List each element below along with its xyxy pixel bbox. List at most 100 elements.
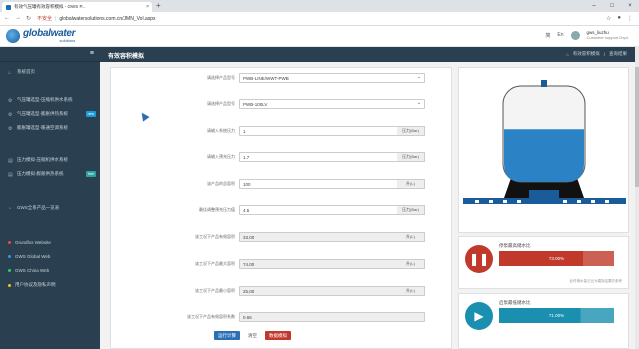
clear-button[interactable]: 清空 <box>244 331 261 340</box>
unit-addon: 压力(Bar) <box>397 152 425 162</box>
security-warning[interactable]: 不安全 <box>37 15 52 22</box>
breadcrumb: ⌂ 有效容积模拟 / 查询结果 <box>566 51 627 57</box>
more-icon[interactable]: ⋮ <box>627 15 633 22</box>
sidebar-link[interactable]: GWS Global Web <box>8 254 50 259</box>
form-label: 该工况下产品最大容积 <box>195 261 235 266</box>
breadcrumb-current: 查询结果 <box>609 51 627 56</box>
star-icon[interactable]: ☆ <box>606 15 611 22</box>
sidebar-item[interactable]: ◔ GWS全系产品一览表 <box>8 205 96 212</box>
address-icons: ☆ ● ⋮ <box>606 15 633 22</box>
form-label: 请输入系统压力 <box>207 128 235 133</box>
form-row: 请选择产品型号 PWB-LINE/WWT-PWB <box>111 73 453 83</box>
breadcrumb-separator: / <box>603 51 605 57</box>
breadcrumb-item[interactable]: 有效容积模拟 <box>573 51 600 57</box>
form-label: 该工况下产品有效容积 <box>195 234 235 239</box>
tab-title: 有效气压罐有效容积模拟 - GWS P... <box>14 4 86 9</box>
maximize-button[interactable]: □ <box>603 0 621 12</box>
sidebar-badge: new <box>85 111 96 117</box>
sidebar-item[interactable]: ▤ 压力模拟-膨胀供热系统 free <box>8 171 96 178</box>
product-select[interactable]: PWB-100LV <box>239 99 425 109</box>
browser-tab-bar: 有效气压罐有效容积模拟 - GWS P... × + – □ × <box>0 0 639 12</box>
form-label: 最佳调整预充压力值 <box>199 207 235 212</box>
sidebar-link-label: GWS China Web <box>15 268 50 273</box>
close-tab-icon[interactable]: × <box>146 4 149 10</box>
close-window-button[interactable]: × <box>621 0 639 12</box>
sidebar-item[interactable]: ⌂ 系统首页 <box>8 69 96 76</box>
form-label: 请选择产品型号 <box>207 101 235 106</box>
reload-icon[interactable]: ↻ <box>26 15 31 22</box>
form-row: 该工况下产品最小容积 25.00 升(L) <box>111 286 453 296</box>
unit-addon: 升(L) <box>397 286 425 296</box>
form-row: 该工况下产品有效容积 33.00 升(L) <box>111 232 453 242</box>
tank-panel <box>458 67 629 233</box>
logo[interactable]: globalwater solutions <box>6 28 76 43</box>
user-role: Customer support Dept. <box>586 35 629 40</box>
sidebar-item[interactable]: ⚙ 气压罐选型-膨胀供热系统 new <box>8 111 96 118</box>
min-storage-title: 启泵最低储水比 <box>499 300 531 305</box>
link-dot-icon <box>8 269 11 272</box>
sidebar: ≡ ⌂ 系统首页 ⚙ 气压罐选型-压缩机供水系统 ⚙ 气压罐选型-膨胀供热系统 new ⚙ 膨胀… <box>0 47 100 349</box>
form-row: 最佳调整预充压力值 4.5 压力(Bar) <box>111 205 453 215</box>
header-right: 简 En gws_liuzhu Customer support Dept. <box>545 30 629 40</box>
form-label: 该产品的总容积 <box>207 181 235 186</box>
gear-icon: ⚙ <box>8 125 13 132</box>
sidebar-item-label: 压力模拟-膨胀供热系统 <box>17 171 64 176</box>
menu-icon[interactable]: ≡ <box>90 50 94 57</box>
lang-cn-button[interactable]: 简 <box>545 32 550 39</box>
nav-buttons: ← → ↻ <box>4 15 31 22</box>
home-icon[interactable]: ⌂ <box>566 52 569 57</box>
browser-tab[interactable]: 有效气压罐有效容积模拟 - GWS P... × <box>2 2 152 12</box>
tank-valve <box>541 80 547 87</box>
url-text[interactable]: globalwatersolutions.com.cn/JMN_Vol.aspx <box>59 16 155 22</box>
max-storage-title: 停泵最高储水比 <box>499 243 531 248</box>
max-storage-note: 此时储水量占比为模拟结果的参考 <box>569 279 623 283</box>
chart-icon: ▤ <box>8 157 13 164</box>
max-storage-card: ❚❚ 停泵最高储水比 73.00% 此时储水量占比为模拟结果的参考 <box>458 236 629 289</box>
tank-illustration <box>463 80 626 204</box>
form-label: 请选择产品型号 <box>207 75 235 80</box>
new-tab-button[interactable]: + <box>156 1 161 10</box>
link-dot-icon <box>8 255 11 258</box>
unit-addon: 压力(Bar) <box>397 126 425 136</box>
scrollbar-thumb[interactable] <box>635 67 639 187</box>
form-row: 请输入预充压力 1.7 压力(Bar) <box>111 152 453 162</box>
minimize-button[interactable]: – <box>585 0 603 12</box>
main-title-bar: 有效容积模拟 ⌂ 有效容积模拟 / 查询结果 <box>100 47 639 62</box>
unit-addon: 升(L) <box>397 259 425 269</box>
back-icon[interactable]: ← <box>4 15 10 22</box>
pause-icon[interactable]: ❚❚ <box>465 245 493 273</box>
play-icon[interactable]: ▶ <box>465 302 493 330</box>
forward-icon[interactable]: → <box>15 15 21 22</box>
sidebar-item[interactable]: ⚙ 膨胀罐选型-暖通空调系统 <box>8 125 96 132</box>
min-storage-bar: 71.00% <box>499 308 614 323</box>
calculate-button[interactable]: 运行计算 <box>214 331 240 340</box>
gear-icon: ⚙ <box>8 97 13 104</box>
simulate-button[interactable]: 数据模拟 <box>265 331 291 340</box>
sidebar-link[interactable]: Grundfos Website <box>8 240 51 245</box>
url-field[interactable]: 不安全 | globalwatersolutions.com.cn/JMN_Vo… <box>37 15 156 23</box>
page-scrollbar[interactable] <box>635 47 639 349</box>
profile-icon[interactable]: ● <box>617 15 621 22</box>
result-field: 0.66 <box>239 312 425 322</box>
avatar[interactable] <box>570 30 580 40</box>
product-select[interactable]: PWB-LINE/WWT-PWB <box>239 73 425 83</box>
sidebar-link-label: Grundfos Website <box>15 240 51 245</box>
sidebar-item-label: 膨胀罐选型-暖通空调系统 <box>17 125 68 130</box>
brand-name: globalwater <box>23 28 76 39</box>
sidebar-item[interactable]: ⚙ 气压罐选型-压缩机供水系统 <box>8 97 96 104</box>
form-row: 该工况下产品最大容积 74.00 升(L) <box>111 259 453 269</box>
sidebar-link[interactable]: 用户协议及隐私声明 <box>8 282 56 288</box>
lang-en-button[interactable]: En <box>557 32 563 38</box>
list-icon: ◔ <box>8 205 12 212</box>
sidebar-item-label: 气压罐选型-膨胀供热系统 <box>17 111 68 116</box>
sidebar-badge: free <box>85 171 96 177</box>
form-row: 请选择产品型号 PWB-100LV <box>111 99 453 109</box>
content-area: 请选择产品型号PWB-LINE/WWT-PWB请选择产品型号PWB-100LV请… <box>100 62 639 349</box>
sidebar-link-label: 用户协议及隐私声明 <box>15 282 56 287</box>
user-info[interactable]: gws_liuzhu Customer support Dept. <box>587 30 629 40</box>
tank-water <box>504 129 584 182</box>
sidebar-link-label: GWS Global Web <box>15 254 51 259</box>
tank-connector <box>529 190 559 200</box>
sidebar-link[interactable]: GWS China Web <box>8 268 49 273</box>
sidebar-item[interactable]: ▤ 压力模拟-压缩机供水系统 <box>8 157 96 164</box>
